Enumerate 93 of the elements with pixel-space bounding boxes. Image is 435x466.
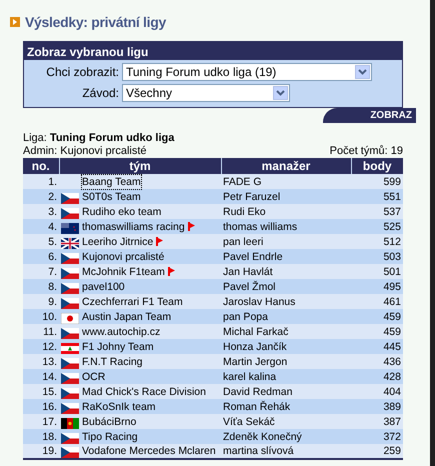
table-cell: pan leeri <box>221 234 351 249</box>
column-header: manažer <box>221 158 351 174</box>
czech-flag-icon <box>61 328 79 339</box>
new-zealand-flag-icon <box>61 222 79 234</box>
panel-heading: Zobraz vybranou ligu <box>24 42 402 60</box>
table-cell: Honza Jančík <box>221 339 351 354</box>
czech-flag-icon <box>61 432 79 444</box>
table-cell: 372 <box>351 429 403 444</box>
table-cell: 495 <box>351 279 403 294</box>
table-cell: 6. <box>23 249 59 264</box>
table-cell: 512 <box>351 234 403 249</box>
czech-flag-icon <box>61 192 79 204</box>
afghanistan-flag-icon <box>61 418 79 429</box>
table-cell: 16. <box>23 399 59 414</box>
table-cell: 1. <box>23 174 59 189</box>
table-cell: 461 <box>351 294 403 309</box>
column-header: body <box>351 158 403 174</box>
team-count: Počet týmů: 19 <box>330 145 403 158</box>
table-cell: 15. <box>23 384 59 399</box>
table-cell: Pavel Žmol <box>221 279 351 294</box>
table-cell: 2. <box>23 189 59 204</box>
team-link[interactable]: OCR <box>82 370 106 384</box>
table-cell: 3. <box>23 204 59 219</box>
table-cell: 12. <box>23 339 59 354</box>
page-title: Výsledky: privátní ligy <box>25 12 166 32</box>
table-cell: David Redman <box>221 384 351 399</box>
table-cell: Zdeněk Konečný <box>221 429 351 444</box>
table-cell: 11. <box>23 324 59 339</box>
table-cell: Jan Havlát <box>221 264 351 279</box>
czech-flag-icon <box>61 208 79 219</box>
table-cell: Rudi Eko <box>221 204 351 219</box>
czech-flag-icon <box>61 358 79 369</box>
japan-flag-icon <box>61 312 79 324</box>
table-cell: 404 <box>351 384 403 399</box>
table-cell: 445 <box>351 339 403 354</box>
czech-flag-icon <box>61 372 79 384</box>
czech-flag-icon <box>61 402 79 414</box>
show-button[interactable]: ZOBRAZ <box>323 108 416 123</box>
table-cell: 14. <box>23 369 59 384</box>
column-header: no. <box>23 158 59 174</box>
lebanon-flag-icon <box>61 342 79 354</box>
table-cell: 10. <box>23 309 59 324</box>
table-cell: pan Popa <box>221 309 351 324</box>
czech-flag-icon <box>61 298 79 309</box>
czech-flag-icon <box>61 268 79 279</box>
table-cell: 501 <box>351 264 403 279</box>
table-cell: 4. <box>23 219 59 234</box>
czech-flag-icon <box>61 282 79 294</box>
arrow-bullet-icon <box>10 17 20 27</box>
table-cell: karel kalina <box>221 369 351 384</box>
table-cell: 259 <box>351 444 403 459</box>
table-cell: Petr Faruzel <box>221 189 351 204</box>
table-cell: Pavel Endrle <box>221 249 351 264</box>
chevron-down-icon <box>358 69 367 75</box>
table-cell: 8. <box>23 279 59 294</box>
table-cell: 551 <box>351 189 403 204</box>
table-cell: 389 <box>351 399 403 414</box>
table-cell: Víťa Sekáč <box>221 414 351 429</box>
czech-flag-icon <box>61 447 79 458</box>
league-name: Liga: Tuning Forum udko liga <box>23 132 174 145</box>
table-cell: 17. <box>23 414 59 429</box>
field-label: Závod: <box>81 85 119 102</box>
table-cell: Roman Řehák <box>221 399 351 414</box>
table-cell: 459 <box>351 309 403 324</box>
table-cell: Jaroslav Hanus <box>221 294 351 309</box>
table-cell: 13. <box>23 354 59 369</box>
czech-flag-icon <box>61 252 79 264</box>
table-cell: 599 <box>351 174 403 189</box>
table-cell: 459 <box>351 324 403 339</box>
table-cell: Martin Jergon <box>221 354 351 369</box>
chevron-down-icon <box>276 90 285 96</box>
table-cell: 537 <box>351 204 403 219</box>
dropdown[interactable]: Tuning Forum udko liga (19) <box>122 63 372 81</box>
table-cell: 9. <box>23 294 59 309</box>
table-cell: thomas williams <box>221 219 351 234</box>
table-cell: 18. <box>23 429 59 444</box>
table-cell: 503 <box>351 249 403 264</box>
uk-flag-icon <box>61 238 79 249</box>
table-cell: 387 <box>351 414 403 429</box>
table-cell: FADE G <box>221 174 351 189</box>
field-label: Chci zobrazit: <box>45 64 119 81</box>
table-cell: 428 <box>351 369 403 384</box>
table-cell: 7. <box>23 264 59 279</box>
czech-flag-icon <box>61 388 79 399</box>
table-cell: 525 <box>351 219 403 234</box>
table-cell: martina slívová <box>221 444 351 459</box>
dropdown[interactable]: Všechny <box>122 84 290 102</box>
table-cell: Michal Farkač <box>221 324 351 339</box>
column-header: tým <box>59 158 221 174</box>
table-cell: 436 <box>351 354 403 369</box>
admin-text: Admin: Kujonovi prcalisté <box>23 145 147 158</box>
table-cell: 19. <box>23 444 59 459</box>
table-cell: 5. <box>23 234 59 249</box>
